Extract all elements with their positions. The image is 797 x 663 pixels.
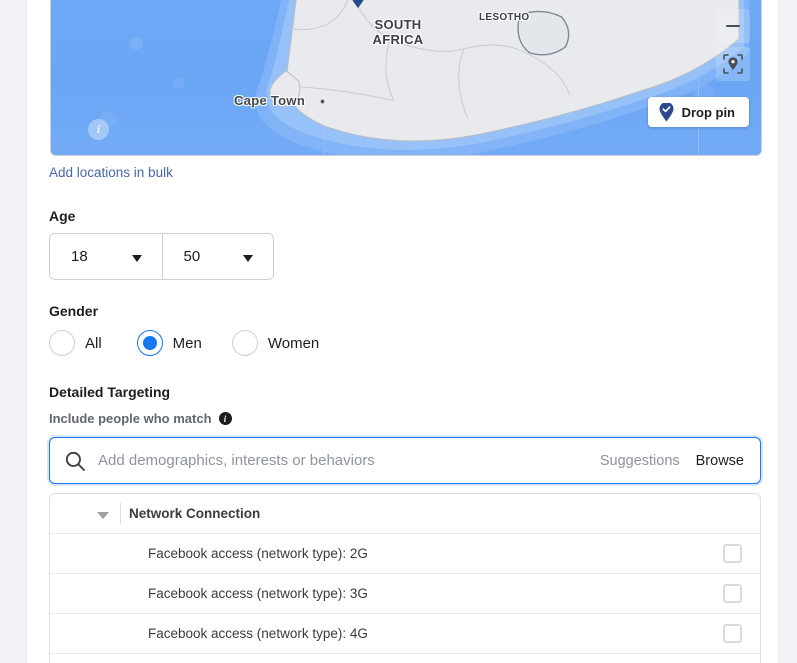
age-min-value: 18 bbox=[71, 248, 88, 265]
gender-label-men: Men bbox=[172, 334, 202, 352]
list-item[interactable]: Facebook access (network type): 3G bbox=[50, 574, 760, 614]
results-group-name: Network Connection bbox=[129, 506, 261, 521]
checkbox-icon[interactable] bbox=[723, 624, 742, 643]
chevron-down-icon[interactable] bbox=[97, 511, 109, 519]
map-city-dot bbox=[320, 99, 325, 104]
list-item-label: Facebook access (network type): 3G bbox=[148, 586, 368, 601]
radio-icon-all bbox=[49, 330, 75, 356]
detailed-targeting-search-box[interactable]: Suggestions Browse bbox=[49, 437, 761, 484]
minus-icon bbox=[726, 25, 740, 27]
drop-pin-icon bbox=[659, 102, 674, 121]
map-locate-button[interactable] bbox=[716, 47, 750, 81]
drop-pin-button[interactable]: Drop pin bbox=[647, 97, 749, 127]
drop-pin-label: Drop pin bbox=[681, 104, 735, 120]
map-label-country: SOUTH AFRICA bbox=[372, 17, 424, 47]
form-panel: SOUTH AFRICA LESOTHO Cape Town i Drop pi… bbox=[26, 0, 778, 663]
age-range-group: 18 50 bbox=[49, 233, 274, 280]
gender-label-all: All bbox=[85, 334, 102, 352]
results-group-header[interactable]: Network Connection bbox=[50, 494, 760, 534]
targeting-panel-root: SOUTH AFRICA LESOTHO Cape Town i Drop pi… bbox=[0, 0, 797, 663]
age-max-value: 50 bbox=[183, 248, 201, 265]
gender-radio-group: All Men Women bbox=[49, 330, 319, 356]
left-gutter bbox=[0, 0, 26, 663]
map-canvas[interactable]: SOUTH AFRICA LESOTHO Cape Town i Drop pi… bbox=[51, 0, 761, 155]
chevron-down-icon bbox=[243, 254, 253, 262]
add-locations-in-bulk-link[interactable]: Add locations in bulk bbox=[49, 165, 173, 180]
targeting-results-list: Network Connection Facebook access (netw… bbox=[49, 493, 761, 663]
divider bbox=[120, 503, 121, 525]
age-max-select[interactable]: 50 bbox=[161, 234, 273, 279]
radio-icon-women bbox=[231, 330, 258, 356]
browse-button[interactable]: Browse bbox=[696, 453, 744, 469]
list-item-label: Facebook access (network type): 4G bbox=[148, 626, 368, 641]
map-zoom-out-button[interactable] bbox=[716, 9, 750, 43]
list-item-label: Facebook access (network type): 2G bbox=[148, 546, 368, 561]
suggestions-button[interactable]: Suggestions bbox=[600, 453, 680, 469]
list-item-partial[interactable] bbox=[50, 654, 760, 663]
detailed-targeting-search-input[interactable] bbox=[96, 451, 600, 470]
gender-label-women: Women bbox=[267, 334, 320, 352]
location-map[interactable]: SOUTH AFRICA LESOTHO Cape Town i Drop pi… bbox=[50, 0, 762, 156]
search-icon bbox=[65, 451, 85, 471]
map-info-icon[interactable]: i bbox=[88, 119, 109, 140]
gender-option-all[interactable]: All bbox=[49, 330, 102, 356]
checkbox-icon[interactable] bbox=[723, 544, 742, 563]
detailed-targeting-title: Detailed Targeting bbox=[49, 384, 171, 400]
locate-pin-icon bbox=[723, 54, 743, 74]
chevron-down-icon bbox=[131, 254, 142, 262]
map-pin-marker[interactable] bbox=[347, 0, 369, 9]
radio-icon-men bbox=[136, 330, 163, 356]
gender-section-title: Gender bbox=[49, 303, 99, 319]
checkbox-icon[interactable] bbox=[723, 584, 742, 603]
age-min-select[interactable]: 18 bbox=[50, 234, 162, 279]
list-item[interactable]: Facebook access (network type): 4G bbox=[50, 614, 760, 654]
info-icon[interactable]: i bbox=[218, 412, 232, 425]
right-gutter bbox=[778, 0, 797, 663]
include-people-who-match-text: Include people who match bbox=[49, 411, 212, 426]
list-item[interactable]: Facebook access (network type): 2G bbox=[50, 534, 760, 574]
map-label-city: Cape Town bbox=[234, 93, 306, 108]
include-people-who-match-label: Include people who match i bbox=[49, 411, 232, 426]
map-label-lesotho: LESOTHO bbox=[479, 12, 530, 23]
gender-option-women[interactable]: Women bbox=[231, 330, 320, 356]
age-section-title: Age bbox=[49, 208, 76, 224]
gender-option-men[interactable]: Men bbox=[136, 330, 202, 356]
